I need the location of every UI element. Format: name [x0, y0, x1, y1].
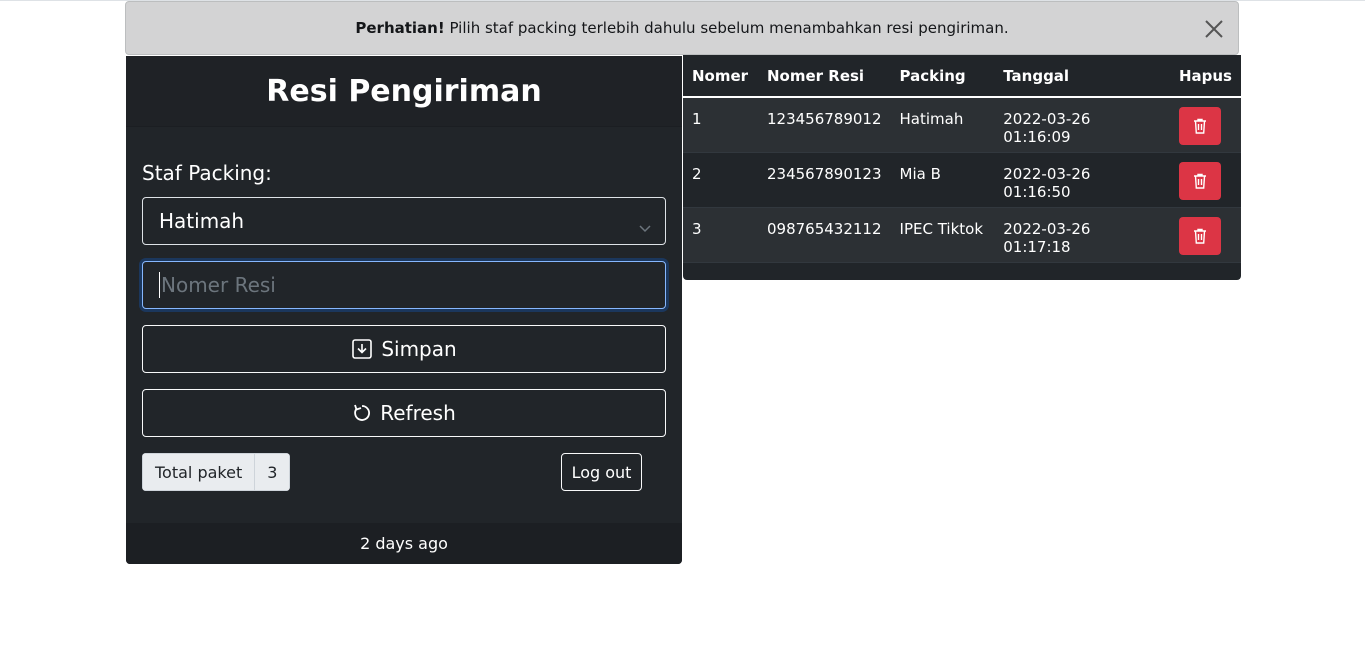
nomer-resi-input[interactable]: Nomer Resi	[142, 261, 666, 309]
card-header: Resi Pengiriman	[126, 56, 682, 127]
header-nomer-resi: Nomer Resi	[757, 55, 891, 98]
resi-table-container: Nomer Nomer Resi Packing Tanggal Hapus 1…	[683, 55, 1241, 280]
trash-icon	[1193, 173, 1206, 189]
trash-icon	[1193, 228, 1206, 244]
cell-hapus	[1169, 207, 1241, 263]
close-icon[interactable]	[1204, 19, 1224, 39]
cell-tanggal: 2022-03-26 01:16:09	[994, 97, 1170, 153]
card-title: Resi Pengiriman	[266, 73, 542, 109]
cell-tanggal: 2022-03-26 01:16:50	[994, 152, 1170, 208]
cell-nomer: 1	[683, 97, 758, 153]
resi-card: Resi Pengiriman Staf Packing: Hatimah No…	[126, 56, 682, 564]
logout-button[interactable]: Log out	[561, 453, 642, 491]
refresh-button[interactable]: Refresh	[142, 389, 666, 437]
alert-banner: Perhatian! Pilih staf packing terlebih d…	[125, 1, 1239, 55]
selected-staf: Hatimah	[159, 209, 245, 233]
delete-button[interactable]	[1178, 107, 1221, 145]
header-nomer: Nomer	[683, 55, 758, 98]
cell-resi: 234567890123	[757, 152, 891, 208]
cell-packing: Mia B	[890, 152, 995, 208]
cell-packing: IPEC Tiktok	[890, 207, 995, 263]
cell-nomer: 3	[683, 207, 758, 263]
simpan-button[interactable]: Simpan	[142, 325, 666, 373]
delete-button[interactable]	[1178, 216, 1221, 255]
cell-packing: Hatimah	[890, 97, 995, 153]
card-footer: 2 days ago	[126, 523, 682, 564]
download-box-icon	[352, 339, 373, 359]
trash-icon	[1193, 118, 1206, 134]
table-row: 3 098765432112 IPEC Tiktok 2022-03-26 01…	[683, 207, 1241, 263]
card-body: Staf Packing: Hatimah Nomer Resi Simpan …	[126, 127, 682, 524]
cell-tanggal: 2022-03-26 01:17:18	[994, 207, 1170, 263]
header-packing: Packing	[890, 55, 995, 98]
alert-message: Pilih staf packing terlebih dahulu sebel…	[444, 19, 1009, 37]
chevron-down-icon	[639, 215, 651, 239]
alert-strong: Perhatian!	[355, 19, 445, 37]
table-header-row: Nomer Nomer Resi Packing Tanggal Hapus	[683, 55, 1241, 98]
text-caret	[159, 272, 160, 298]
refresh-icon	[354, 404, 371, 421]
cell-hapus	[1169, 152, 1241, 208]
staf-packing-label: Staf Packing:	[142, 161, 272, 185]
delete-button[interactable]	[1178, 161, 1221, 200]
simpan-label: Simpan	[381, 337, 457, 361]
header-hapus: Hapus	[1169, 55, 1241, 98]
alert-text: Perhatian! Pilih staf packing terlebih d…	[355, 19, 1008, 37]
table-row: 1 123456789012 Hatimah 2022-03-26 01:16:…	[683, 97, 1241, 153]
refresh-label: Refresh	[380, 401, 456, 425]
cell-hapus	[1169, 97, 1241, 153]
nomer-resi-placeholder: Nomer Resi	[161, 273, 276, 297]
cell-nomer: 2	[683, 152, 758, 208]
total-paket-label: Total paket	[142, 453, 256, 491]
header-tanggal: Tanggal	[994, 55, 1170, 98]
table-row: 2 234567890123 Mia B 2022-03-26 01:16:50	[683, 152, 1241, 208]
total-paket-group: Total paket 3	[142, 453, 291, 491]
total-paket-count: 3	[255, 453, 291, 491]
resi-table: Nomer Nomer Resi Packing Tanggal Hapus 1…	[683, 55, 1241, 263]
cell-resi: 098765432112	[757, 207, 891, 263]
staf-packing-select[interactable]: Hatimah	[142, 197, 666, 245]
cell-resi: 123456789012	[757, 97, 891, 153]
